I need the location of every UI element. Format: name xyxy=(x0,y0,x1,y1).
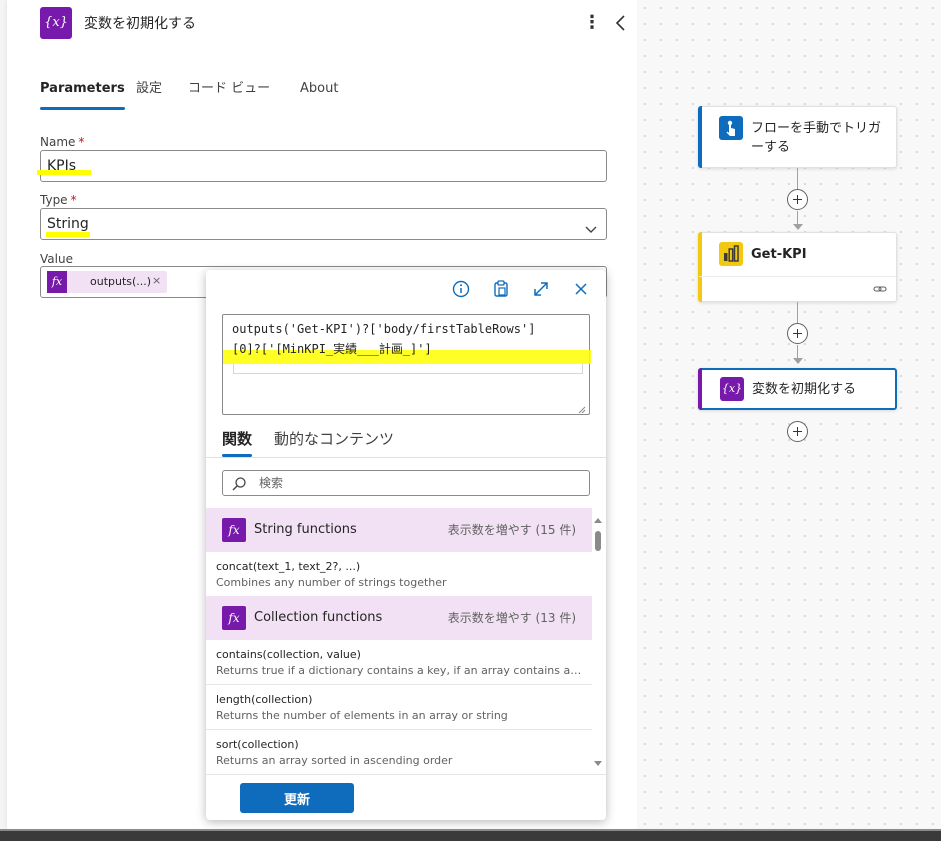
node-accent-bar xyxy=(698,368,702,410)
node-title: 変数を初期化する xyxy=(752,382,857,397)
node-title: Get-KPI xyxy=(751,247,807,262)
variable-icon: {x} xyxy=(40,7,72,39)
function-icon: fx xyxy=(222,518,246,542)
function-list: fx String functions 表示数を増やす (15 件) conca… xyxy=(206,508,592,772)
node-title: フローを手動でトリガーする xyxy=(751,121,882,155)
expression-textarea[interactable]: outputs('Get-KPI')?['body/firstTableRows… xyxy=(222,314,591,415)
function-signature: contains(collection, value) xyxy=(216,648,361,661)
function-icon: fx xyxy=(47,271,67,293)
excel-chart-icon xyxy=(719,242,743,266)
tab-code-view[interactable]: コード ビュー xyxy=(188,80,270,108)
arrow-down-icon xyxy=(793,358,803,364)
scroll-down-icon[interactable] xyxy=(594,756,602,766)
flow-node-initialize-variable[interactable]: {x} 変数を初期化する xyxy=(698,368,897,410)
expression-editor-popup: outputs('Get-KPI')?['body/firstTableRows… xyxy=(206,270,606,820)
function-signature: sort(collection) xyxy=(216,738,299,751)
expression-next-line xyxy=(233,364,583,374)
update-button[interactable]: 更新 xyxy=(240,783,354,813)
scrollbar[interactable] xyxy=(593,508,603,772)
node-accent-bar xyxy=(698,106,702,168)
divider xyxy=(206,457,606,458)
tab-parameters[interactable]: Parameters xyxy=(40,80,125,110)
show-more-link[interactable]: 表示数を増やす (13 件) xyxy=(448,609,576,626)
function-icon: fx xyxy=(222,606,246,630)
function-description: Returns an array sorted in ascending ord… xyxy=(216,754,453,767)
connector-line xyxy=(797,168,798,190)
add-step-icon[interactable] xyxy=(787,189,808,210)
list-item[interactable]: length(collection) Returns the number of… xyxy=(206,685,592,730)
show-more-link[interactable]: 表示数を増やす (15 件) xyxy=(448,521,576,538)
highlight-mark xyxy=(37,170,91,175)
function-description: Returns the number of elements in an arr… xyxy=(216,709,508,722)
type-select[interactable]: String xyxy=(40,208,607,240)
scrollbar-thumb[interactable] xyxy=(595,531,601,551)
hand-touch-icon xyxy=(719,116,743,140)
name-label: Name * xyxy=(40,135,85,149)
function-description: Returns true if a dictionary contains a … xyxy=(216,664,582,677)
connector-line xyxy=(797,345,798,359)
connector-line xyxy=(797,211,798,225)
group-string-functions[interactable]: fx String functions 表示数を増やす (15 件) xyxy=(206,508,592,552)
expression-token[interactable]: fx outputs(...) × xyxy=(47,271,167,293)
function-search[interactable] xyxy=(222,470,590,496)
tab-functions[interactable]: 関数 xyxy=(222,428,253,457)
expand-icon[interactable] xyxy=(530,278,552,300)
expression-text: outputs('Get-KPI')?['body/firstTableRows… xyxy=(232,322,536,356)
list-item[interactable]: sort(collection) Returns an array sorted… xyxy=(206,730,592,772)
close-icon[interactable] xyxy=(570,278,592,300)
type-select-value: String xyxy=(47,216,89,232)
function-description: Combines any number of strings together xyxy=(216,576,447,589)
list-item[interactable]: contains(collection, value) Returns true… xyxy=(206,640,592,685)
name-field[interactable]: KPIs xyxy=(40,150,607,182)
scroll-up-icon[interactable] xyxy=(594,514,602,523)
clipboard-icon[interactable] xyxy=(490,278,512,300)
tab-settings[interactable]: 設定 xyxy=(136,80,162,108)
flow-canvas[interactable]: フローを手動でトリガーする Get-KPI {x} 変数を初期化する xyxy=(637,0,941,829)
list-item[interactable]: concat(text_1, text_2?, ...) Combines an… xyxy=(206,552,592,597)
flow-node-get-kpi[interactable]: Get-KPI xyxy=(698,232,897,302)
add-step-icon[interactable] xyxy=(787,421,808,442)
group-name: Collection functions xyxy=(254,610,383,625)
add-step-icon[interactable] xyxy=(787,323,808,344)
search-icon xyxy=(231,476,247,492)
chevron-down-icon xyxy=(584,217,598,233)
tab-about[interactable]: About xyxy=(300,80,338,108)
value-label: Value xyxy=(40,252,73,266)
panel-header: {x} 変数を初期化する ⋮ xyxy=(7,0,637,46)
token-label: outputs(...) xyxy=(90,275,152,288)
highlight-mark xyxy=(46,232,90,237)
connector-line xyxy=(797,302,798,324)
more-vertical-icon[interactable]: ⋮ xyxy=(583,12,601,34)
info-icon[interactable] xyxy=(450,278,472,300)
group-name: String functions xyxy=(254,522,357,537)
type-label: Type * xyxy=(40,193,77,207)
expression-tabs: 関数 動的なコンテンツ xyxy=(222,428,592,458)
divider xyxy=(699,276,896,277)
function-signature: concat(text_1, text_2?, ...) xyxy=(216,560,361,573)
tab-dynamic-content[interactable]: 動的なコンテンツ xyxy=(274,428,394,449)
variable-icon: {x} xyxy=(720,377,744,401)
bottom-bar-edge xyxy=(0,829,941,831)
arrow-down-icon xyxy=(793,224,803,230)
remove-token-icon[interactable]: × xyxy=(152,274,161,287)
divider xyxy=(206,774,606,775)
link-icon[interactable] xyxy=(872,282,888,296)
panel-title: 変数を初期化する xyxy=(84,16,196,32)
chevron-left-icon[interactable] xyxy=(611,12,631,34)
search-input[interactable] xyxy=(259,474,559,492)
node-accent-bar xyxy=(698,232,702,302)
group-collection-functions[interactable]: fx Collection functions 表示数を増やす (13 件) xyxy=(206,596,592,640)
function-signature: length(collection) xyxy=(216,693,313,706)
flow-node-manual-trigger[interactable]: フローを手動でトリガーする xyxy=(698,106,897,168)
resize-grip-icon[interactable] xyxy=(578,403,586,414)
